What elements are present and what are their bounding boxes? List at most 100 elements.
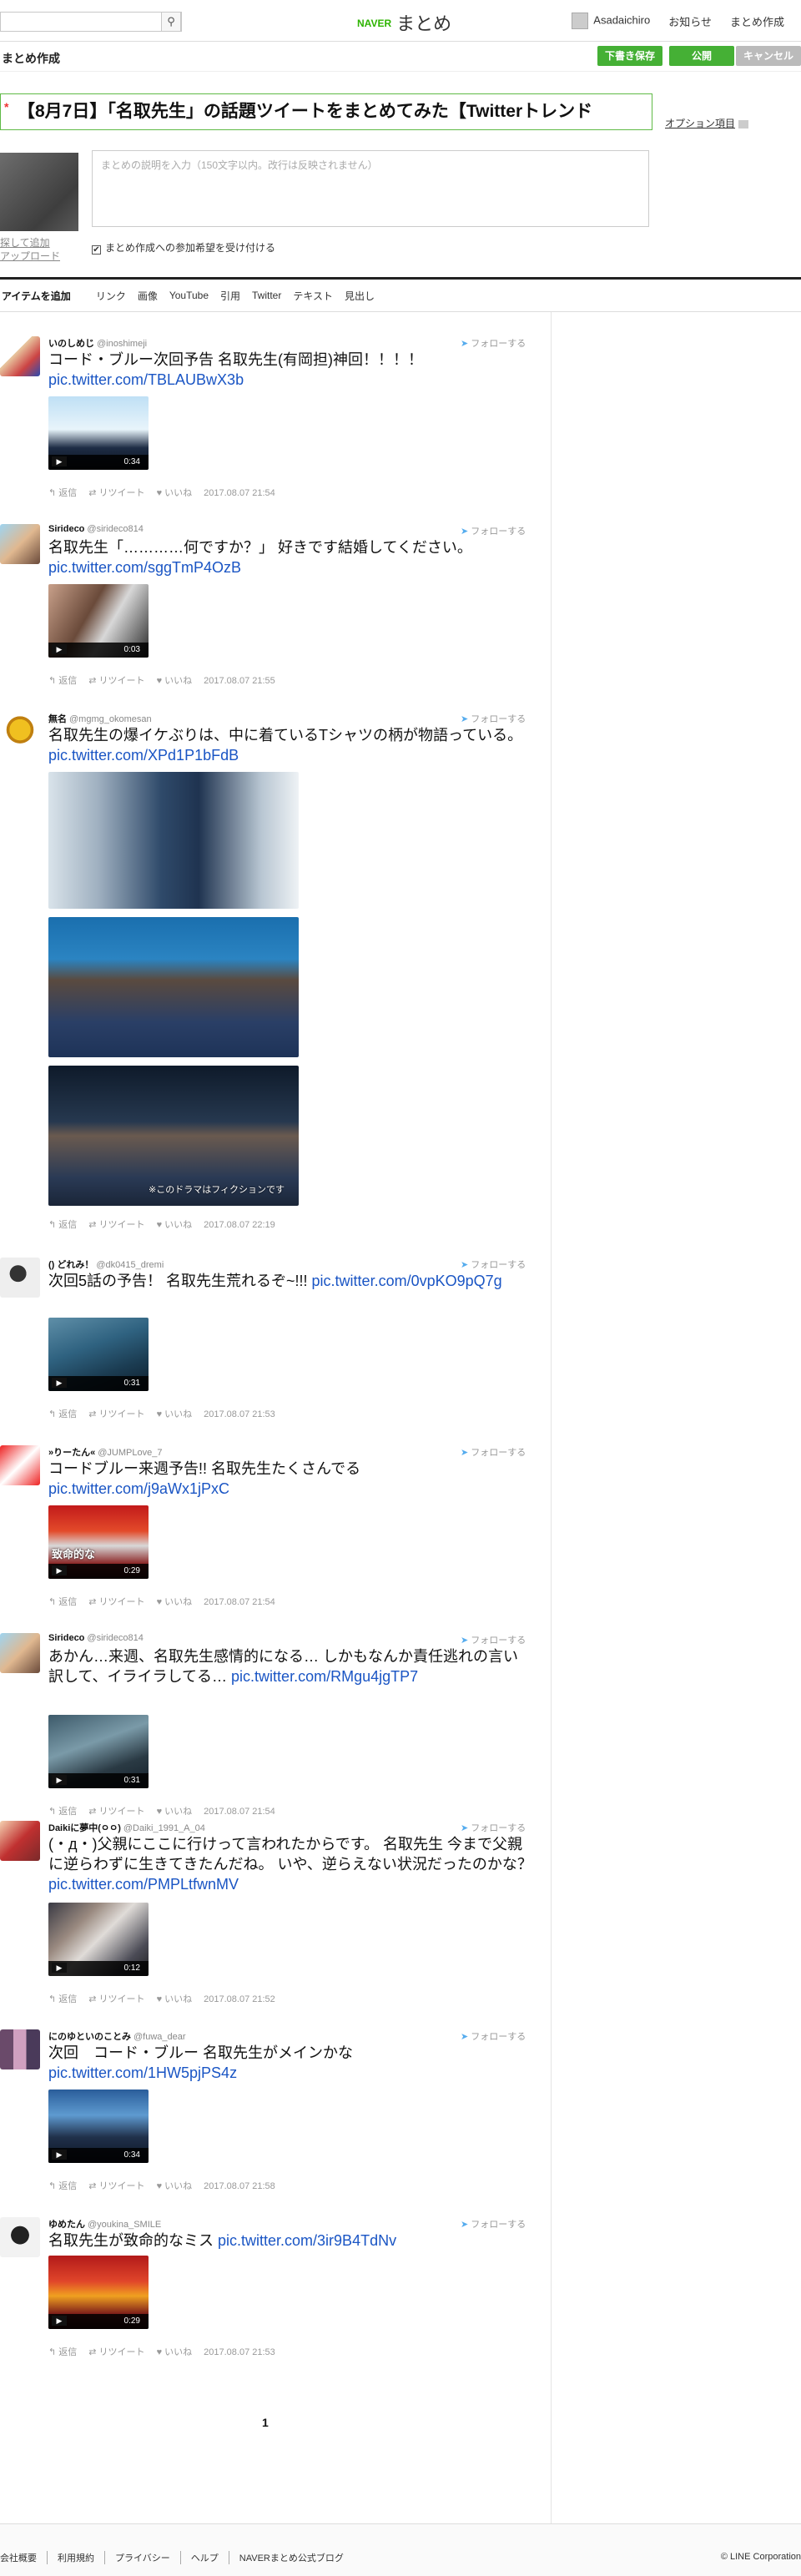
like-button[interactable]: ♥ いいね: [157, 1409, 193, 1419]
tweet-video[interactable]: 0:03 ▶: [48, 584, 149, 658]
tweet-image[interactable]: ※このドラマはフィクションです: [48, 1066, 299, 1206]
tweet-video[interactable]: 0:31 ▶: [48, 1715, 149, 1788]
like-button[interactable]: ♥ いいね: [157, 676, 193, 686]
follow-button[interactable]: ➤ フォローする: [461, 1258, 526, 1271]
tweet-link[interactable]: pic.twitter.com/RMgu4jgTP7: [231, 1668, 418, 1685]
like-button[interactable]: ♥ いいね: [157, 1807, 193, 1817]
add-twitter-button[interactable]: Twitter: [252, 290, 281, 301]
reply-button[interactable]: ↰ 返信: [48, 1807, 77, 1817]
tweet-image[interactable]: [48, 772, 299, 909]
footer-link-privacy[interactable]: プライバシー: [105, 2551, 181, 2564]
site-logo[interactable]: NAVER まとめ: [357, 9, 451, 36]
play-icon[interactable]: ▶: [52, 1565, 67, 1575]
like-button[interactable]: ♥ いいね: [157, 2181, 193, 2191]
like-button[interactable]: ♥ いいね: [157, 488, 193, 498]
retweet-button[interactable]: ⇄ リツイート: [88, 1409, 144, 1419]
find-thumbnail-link[interactable]: 探して追加: [0, 236, 60, 250]
tweet-date[interactable]: 2017.08.07 22:19: [204, 1220, 275, 1230]
follow-button[interactable]: ➤ フォローする: [461, 1633, 526, 1646]
notifications-link[interactable]: お知らせ: [668, 13, 712, 29]
tweet-date[interactable]: 2017.08.07 21:55: [204, 676, 275, 686]
add-link-button[interactable]: リンク: [96, 289, 126, 303]
tweet-author[interactable]: »りーたん« @JUMPLove_7: [48, 1445, 162, 1459]
thumbnail-image[interactable]: [0, 153, 78, 231]
tweet-author[interactable]: Sirideco @sirideco814: [48, 524, 144, 534]
retweet-button[interactable]: ⇄ リツイート: [88, 1597, 144, 1607]
play-icon[interactable]: ▶: [52, 1963, 67, 1973]
tweet-avatar[interactable]: [0, 2029, 40, 2069]
tweet-video[interactable]: 0:31 ▶: [48, 1318, 149, 1391]
save-draft-button[interactable]: 下書き保存: [597, 46, 662, 66]
reply-button[interactable]: ↰ 返信: [48, 1597, 77, 1607]
tweet-link[interactable]: pic.twitter.com/TBLAUBwX3b: [48, 371, 244, 388]
tweet-author[interactable]: () どれみ！ @dk0415_dremi: [48, 1258, 164, 1271]
tweet-author[interactable]: 無名 @mgmg_okomesan: [48, 712, 152, 725]
option-items-link[interactable]: オプション項目: [665, 116, 749, 130]
tweet-author[interactable]: いのしめじ @inoshimeji: [48, 336, 147, 350]
like-button[interactable]: ♥ いいね: [157, 1994, 193, 2004]
follow-button[interactable]: ➤ フォローする: [461, 336, 526, 350]
user-link[interactable]: Asadaichiro: [572, 13, 650, 29]
retweet-button[interactable]: ⇄ リツイート: [88, 1220, 144, 1230]
description-textarea[interactable]: まとめの説明を入力（150文字以内。改行は反映されません）: [92, 150, 649, 227]
follow-button[interactable]: ➤ フォローする: [461, 2029, 526, 2043]
reply-button[interactable]: ↰ 返信: [48, 488, 77, 498]
play-icon[interactable]: ▶: [52, 456, 67, 466]
tweet-link[interactable]: pic.twitter.com/3ir9B4TdNv: [218, 2232, 396, 2249]
tweet-link[interactable]: pic.twitter.com/0vpKO9pQ7g: [312, 1273, 502, 1289]
retweet-button[interactable]: ⇄ リツイート: [88, 1994, 144, 2004]
cancel-button[interactable]: キャンセル: [736, 46, 801, 66]
tweet-avatar[interactable]: [0, 1821, 40, 1861]
tweet-date[interactable]: 2017.08.07 21:52: [204, 1994, 275, 2004]
tweet-link[interactable]: pic.twitter.com/j9aWx1jPxC: [48, 1480, 229, 1497]
tweet-date[interactable]: 2017.08.07 21:53: [204, 2347, 275, 2357]
search-icon[interactable]: ⚲: [161, 12, 181, 32]
add-heading-button[interactable]: 見出し: [345, 289, 375, 303]
retweet-button[interactable]: ⇄ リツイート: [88, 676, 144, 686]
reply-button[interactable]: ↰ 返信: [48, 676, 77, 686]
like-button[interactable]: ♥ いいね: [157, 1220, 193, 1230]
tweet-avatar[interactable]: [0, 712, 40, 752]
tweet-date[interactable]: 2017.08.07 21:58: [204, 2181, 275, 2191]
tweet-avatar[interactable]: [0, 2217, 40, 2257]
tweet-date[interactable]: 2017.08.07 21:54: [204, 1597, 275, 1607]
tweet-link[interactable]: pic.twitter.com/1HW5pjPS4z: [48, 2064, 237, 2081]
checkbox-icon[interactable]: ✔: [92, 245, 101, 255]
reply-button[interactable]: ↰ 返信: [48, 2347, 77, 2357]
retweet-button[interactable]: ⇄ リツイート: [88, 2347, 144, 2357]
like-button[interactable]: ♥ いいね: [157, 2347, 193, 2357]
tweet-date[interactable]: 2017.08.07 21:53: [204, 1409, 275, 1419]
search-input[interactable]: ⚲: [0, 12, 182, 32]
tweet-avatar[interactable]: [0, 336, 40, 376]
add-youtube-button[interactable]: YouTube: [169, 290, 209, 301]
retweet-button[interactable]: ⇄ リツイート: [88, 2181, 144, 2191]
tweet-author[interactable]: にのゆといのことみ @fuwa_dear: [48, 2029, 186, 2043]
follow-button[interactable]: ➤ フォローする: [461, 524, 526, 537]
tweet-avatar[interactable]: [0, 524, 40, 564]
reply-button[interactable]: ↰ 返信: [48, 1409, 77, 1419]
tweet-author[interactable]: ゆめたん @youkina_SMILE: [48, 2217, 161, 2231]
tweet-link[interactable]: pic.twitter.com/XPd1P1bFdB: [48, 747, 239, 764]
reply-button[interactable]: ↰ 返信: [48, 2181, 77, 2191]
follow-button[interactable]: ➤ フォローする: [461, 1445, 526, 1459]
tweet-avatar[interactable]: [0, 1445, 40, 1485]
tweet-video[interactable]: 0:34 ▶: [48, 396, 149, 470]
reply-button[interactable]: ↰ 返信: [48, 1994, 77, 2004]
tweet-image[interactable]: [48, 917, 299, 1057]
title-input[interactable]: * 【8月7日】「名取先生」の話題ツイートをまとめてみた【Twitterトレンド: [0, 93, 652, 130]
retweet-button[interactable]: ⇄ リツイート: [88, 488, 144, 498]
footer-link-company[interactable]: 会社概要: [0, 2551, 48, 2564]
tweet-video[interactable]: 致命的な 0:29 ▶: [48, 1505, 149, 1579]
play-icon[interactable]: ▶: [52, 1378, 67, 1388]
tweet-date[interactable]: 2017.08.07 21:54: [204, 488, 275, 498]
follow-button[interactable]: ➤ フォローする: [461, 1821, 526, 1834]
participation-checkbox[interactable]: ✔ まとめ作成への参加希望を受け付ける: [92, 240, 275, 255]
footer-link-terms[interactable]: 利用規約: [48, 2551, 105, 2564]
play-icon[interactable]: ▶: [52, 644, 67, 654]
tweet-link[interactable]: pic.twitter.com/PMPLtfwnMV: [48, 1876, 239, 1893]
follow-button[interactable]: ➤ フォローする: [461, 2217, 526, 2231]
pagination-current[interactable]: 1: [262, 2416, 269, 2429]
create-matome-link[interactable]: まとめ作成: [730, 13, 784, 29]
tweet-date[interactable]: 2017.08.07 21:54: [204, 1807, 275, 1817]
footer-link-blog[interactable]: NAVERまとめ公式ブログ: [229, 2551, 354, 2564]
